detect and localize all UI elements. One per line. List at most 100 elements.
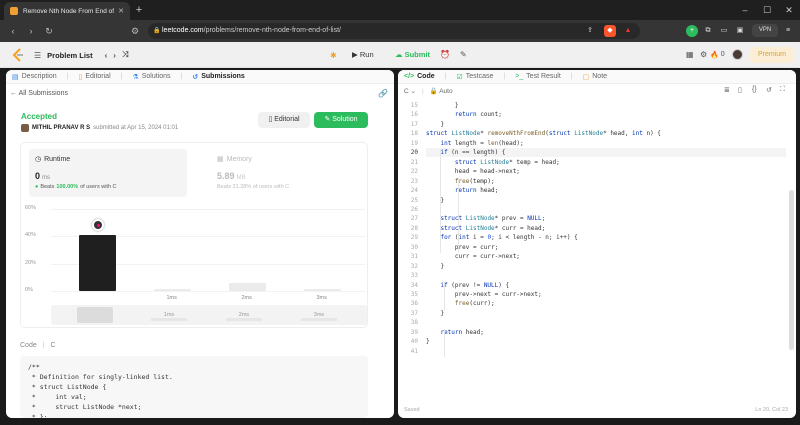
- code-line[interactable]: struct ListNode* curr = head;: [426, 225, 545, 232]
- tab-note[interactable]: ▢ Note: [583, 73, 607, 81]
- user-name[interactable]: MITHIL PRANAV R S: [32, 125, 90, 131]
- chart-bar[interactable]: [154, 289, 191, 291]
- bookmark-icon[interactable]: ▯: [738, 86, 742, 94]
- code-line[interactable]: if (n == length) {: [426, 149, 505, 156]
- premium-button[interactable]: Premium: [750, 47, 794, 63]
- debug-icon[interactable]: ✱: [330, 51, 337, 60]
- code-line[interactable]: return head;: [426, 329, 483, 336]
- avatar[interactable]: [732, 49, 743, 60]
- code-line[interactable]: return head;: [426, 187, 498, 194]
- code-line[interactable]: prev = curr;: [426, 244, 498, 251]
- back-icon[interactable]: ‹: [6, 24, 20, 38]
- close-window-icon[interactable]: ✕: [782, 3, 796, 17]
- beats-percent: 100.00%: [56, 184, 79, 190]
- solution-button[interactable]: ✎ Solution: [314, 112, 368, 128]
- leetcode-logo-icon[interactable]: [12, 48, 24, 62]
- format-icon[interactable]: ≣: [724, 86, 730, 94]
- notes-icon[interactable]: ✎: [460, 50, 467, 59]
- fullscreen-icon[interactable]: ⛶: [780, 86, 785, 94]
- tab-editorial[interactable]: ▯ Editorial: [78, 73, 110, 81]
- tab-submissions[interactable]: ↺ Submissions: [192, 73, 244, 81]
- memory-card[interactable]: ▦ Memory 5.89 MB Beats 21.28% of users wi…: [211, 149, 369, 197]
- run-button[interactable]: ▶ Run: [347, 48, 379, 62]
- code-line[interactable]: }: [426, 310, 444, 317]
- all-submissions-link[interactable]: ← All Submissions: [10, 90, 68, 97]
- share-icon[interactable]: ⇪: [584, 25, 596, 37]
- chart-bar[interactable]: [79, 234, 116, 291]
- problem-list-nav[interactable]: ☰ Problem List ‹ › ⤨: [34, 50, 128, 60]
- layout-icon[interactable]: ▦: [686, 50, 694, 59]
- code-line[interactable]: struct ListNode* removeNthFromEnd(struct…: [426, 130, 661, 137]
- code-line[interactable]: return count;: [426, 111, 502, 118]
- editor-toolbar: C ⌄ | 🔒 Auto ≣ ▯ {} ↺ ⛶: [398, 84, 796, 98]
- site-settings-icon[interactable]: ⚙: [128, 24, 142, 38]
- shuffle-icon[interactable]: ⤨: [122, 50, 128, 60]
- editor-scrollbar[interactable]: [789, 190, 794, 350]
- sidebar-icon[interactable]: ▭: [718, 25, 730, 37]
- runtime-card[interactable]: ◷ Runtime 0 ms ● Beats 100.00% of users w…: [29, 149, 187, 197]
- range-selection-handle[interactable]: [77, 307, 113, 323]
- code-line: /**: [28, 363, 40, 371]
- memory-beats: Beats 21.28% of users with C: [217, 184, 290, 190]
- prev-problem-icon[interactable]: ‹: [105, 51, 108, 60]
- line-number: 41: [410, 347, 418, 355]
- forward-icon[interactable]: ›: [24, 24, 38, 38]
- reload-icon[interactable]: ↻: [42, 24, 56, 38]
- streak-counter[interactable]: 🔥 0: [708, 51, 725, 59]
- address-bar[interactable]: 🔒 leetcode.com/problems/remove-nth-node-…: [148, 23, 640, 39]
- browser-tab[interactable]: Remove Nth Node From End of ✕: [4, 2, 130, 20]
- editorial-button[interactable]: ▯ Editorial: [258, 112, 310, 128]
- code-line[interactable]: struct ListNode* temp = head;: [426, 159, 560, 166]
- code-line[interactable]: free(temp);: [426, 178, 495, 185]
- code-line[interactable]: struct ListNode* prev = NULL;: [426, 215, 545, 222]
- braces-icon[interactable]: {}: [752, 86, 757, 93]
- tab-test-result[interactable]: >_ Test Result: [515, 73, 561, 80]
- brave-shield-icon[interactable]: ◆: [604, 25, 616, 37]
- tab-title: Remove Nth Node From End of: [23, 7, 115, 15]
- tab-testcase[interactable]: ☑ Testcase: [456, 73, 493, 81]
- submit-button[interactable]: ☁ Submit: [390, 48, 435, 62]
- code-preview[interactable]: /** * Definition for singly-linked list.…: [20, 356, 368, 418]
- code-line[interactable]: for (int i = 0; i < length - n; i++) {: [426, 234, 577, 241]
- link-icon[interactable]: 🔗: [378, 89, 388, 98]
- tab-code[interactable]: </> Code: [404, 73, 435, 80]
- brave-rewards-icon[interactable]: ▲: [622, 25, 634, 37]
- tab-label: Note: [592, 73, 608, 80]
- code-line[interactable]: free(curr);: [426, 300, 495, 307]
- vpn-button[interactable]: VPN: [752, 24, 778, 37]
- puzzle-icon[interactable]: ⧉: [702, 25, 714, 37]
- menu-icon[interactable]: ≡: [782, 25, 794, 37]
- chart-bar[interactable]: [229, 282, 266, 291]
- reset-icon[interactable]: ↺: [766, 86, 772, 94]
- problem-list-label: Problem List: [47, 50, 93, 60]
- code-line[interactable]: int length = len(head);: [426, 140, 523, 147]
- new-tab-button[interactable]: +: [132, 3, 146, 17]
- code-line[interactable]: if (prev != NULL) {: [426, 282, 509, 289]
- tab-solutions[interactable]: ⚗ Solutions: [132, 73, 170, 81]
- code-line[interactable]: }: [426, 121, 444, 128]
- language-select[interactable]: C ⌄: [404, 87, 416, 95]
- code-line[interactable]: }: [426, 338, 430, 345]
- code-line[interactable]: }: [426, 102, 459, 109]
- code-line[interactable]: }: [426, 263, 444, 270]
- timer-icon[interactable]: ⏰: [440, 50, 450, 59]
- settings-icon[interactable]: ⚙: [700, 50, 707, 59]
- tab-description[interactable]: ▤ Description: [12, 73, 57, 81]
- maximize-icon[interactable]: ☐: [760, 3, 774, 17]
- line-number: 21: [410, 158, 418, 166]
- chart-range-selector[interactable]: 1ms 2ms 3ms: [51, 305, 367, 325]
- wallet-icon[interactable]: ▣: [734, 25, 746, 37]
- grid-line: [51, 291, 365, 292]
- close-tab-icon[interactable]: ✕: [118, 7, 124, 15]
- tab-divider: |: [444, 73, 447, 80]
- next-problem-icon[interactable]: ›: [113, 51, 116, 60]
- chart-bar[interactable]: [304, 289, 341, 291]
- extension-icon[interactable]: +: [686, 25, 698, 37]
- auto-mode[interactable]: 🔒 Auto: [430, 87, 453, 95]
- minimize-icon[interactable]: –: [738, 3, 752, 17]
- run-label: Run: [359, 50, 374, 59]
- solution-label: Solution: [332, 116, 358, 123]
- code-line[interactable]: curr = curr->next;: [426, 253, 520, 260]
- minimap-label: 1ms: [151, 312, 187, 321]
- code-editor[interactable]: } return count; } struct ListNode* remove…: [426, 102, 786, 410]
